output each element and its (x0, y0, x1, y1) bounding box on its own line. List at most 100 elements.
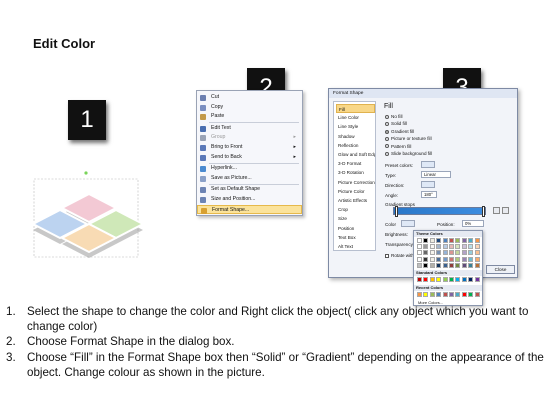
theme-color-swatch[interactable] (417, 256, 422, 262)
nav-item-position[interactable]: Position (336, 224, 375, 233)
theme-color-swatch[interactable] (474, 244, 480, 250)
gradient-stops-bar[interactable] (393, 206, 486, 217)
nav-item-artistic-effects[interactable]: Artistic Effects (336, 196, 375, 205)
nav-item-crop[interactable]: Crop (336, 205, 375, 214)
recent-color-swatch[interactable] (442, 292, 448, 297)
close-button[interactable]: Close (486, 265, 515, 274)
theme-color-swatch[interactable] (455, 250, 461, 256)
theme-color-swatch[interactable] (449, 262, 454, 268)
nav-item-text-box[interactable]: Text Box (336, 233, 375, 242)
theme-color-swatch[interactable] (468, 244, 474, 250)
gradient-stop[interactable] (395, 206, 398, 217)
theme-color-swatch[interactable] (442, 262, 448, 268)
theme-color-swatch[interactable] (449, 244, 454, 250)
theme-color-swatch[interactable] (429, 244, 435, 250)
recent-color-swatch[interactable] (461, 292, 467, 297)
theme-color-swatch[interactable] (442, 244, 448, 250)
theme-color-swatch[interactable] (417, 250, 422, 256)
theme-color-swatch[interactable] (461, 238, 467, 243)
menu-item-save-as-picture[interactable]: Save as Picture... (197, 174, 302, 184)
theme-color-swatch[interactable] (429, 250, 435, 256)
menu-item-set-as-default-shape[interactable]: Set as Default Shape (197, 185, 302, 195)
color-dropdown[interactable] (401, 220, 415, 227)
menu-item-hyperlink[interactable]: Hyperlink... (197, 164, 302, 174)
standard-color-swatch[interactable] (449, 277, 454, 282)
recent-color-swatch[interactable] (429, 292, 435, 297)
theme-color-swatch[interactable] (423, 244, 429, 250)
theme-color-swatch[interactable] (423, 250, 429, 256)
nav-item-line-color[interactable]: Line Color (336, 113, 375, 122)
recent-color-swatch[interactable] (474, 292, 480, 297)
menu-item-edit-text[interactable]: Edit Text (197, 124, 302, 134)
fill-option-solid-fill[interactable]: Solid fill (385, 121, 407, 126)
menu-item-paste[interactable]: Paste (197, 112, 302, 122)
nav-item-3-d-rotation[interactable]: 3-D Rotation (336, 168, 375, 177)
nav-item-3-d-format[interactable]: 3-D Format (336, 159, 375, 168)
nav-item-shadow[interactable]: Shadow (336, 132, 375, 141)
theme-color-swatch[interactable] (468, 238, 474, 243)
menu-item-send-to-back[interactable]: Send to Back ▸ (197, 153, 302, 163)
theme-color-swatch[interactable] (468, 250, 474, 256)
nav-item-glow-and-soft-edges[interactable]: Glow and Soft Edges (336, 150, 375, 159)
theme-color-swatch[interactable] (436, 250, 442, 256)
type-dropdown[interactable]: Linear (421, 171, 451, 178)
theme-color-swatch[interactable] (436, 238, 442, 243)
remove-stop-button[interactable] (502, 207, 509, 214)
direction-dropdown[interactable] (421, 181, 435, 188)
gradient-stop[interactable] (482, 206, 485, 217)
standard-color-swatch[interactable] (423, 277, 429, 282)
theme-color-swatch[interactable] (423, 256, 429, 262)
theme-color-swatch[interactable] (429, 262, 435, 268)
standard-color-swatch[interactable] (442, 277, 448, 282)
theme-color-swatch[interactable] (449, 256, 454, 262)
fill-option-picture-or-texture-fill[interactable]: Picture or texture fill (385, 136, 432, 141)
theme-color-swatch[interactable] (474, 250, 480, 256)
theme-color-swatch[interactable] (423, 238, 429, 243)
theme-color-swatch[interactable] (468, 256, 474, 262)
menu-item-group[interactable]: Group ▸ (197, 133, 302, 143)
menu-item-size-and-position[interactable]: Size and Position... (197, 195, 302, 205)
theme-color-swatch[interactable] (461, 256, 467, 262)
menu-item-format-shape[interactable]: Format Shape... (197, 204, 302, 215)
theme-color-swatch[interactable] (474, 238, 480, 243)
recent-color-swatch[interactable] (417, 292, 422, 297)
recent-color-swatch[interactable] (449, 292, 454, 297)
recent-color-swatch[interactable] (436, 292, 442, 297)
theme-color-swatch[interactable] (429, 256, 435, 262)
theme-color-swatch[interactable] (417, 262, 422, 268)
standard-color-swatch[interactable] (474, 277, 480, 282)
position-field[interactable]: 0% (462, 220, 484, 227)
theme-color-swatch[interactable] (449, 238, 454, 243)
nav-item-picture-corrections[interactable]: Picture Corrections (336, 178, 375, 187)
add-stop-button[interactable] (493, 207, 500, 214)
menu-item-copy[interactable]: Copy (197, 103, 302, 113)
theme-color-swatch[interactable] (436, 244, 442, 250)
theme-color-swatch[interactable] (455, 256, 461, 262)
theme-color-swatch[interactable] (417, 238, 422, 243)
menu-item-cut[interactable]: Cut (197, 93, 302, 103)
nav-item-picture-color[interactable]: Picture Color (336, 187, 375, 196)
standard-color-swatch[interactable] (455, 277, 461, 282)
standard-color-swatch[interactable] (417, 277, 422, 282)
shape-illustration[interactable] (28, 170, 148, 260)
recent-color-swatch[interactable] (468, 292, 474, 297)
standard-color-swatch[interactable] (461, 277, 467, 282)
fill-option-no-fill[interactable]: No fill (385, 114, 403, 119)
preset-colors-dropdown[interactable] (421, 161, 435, 168)
angle-field[interactable]: 180° (421, 191, 437, 198)
nav-item-line-style[interactable]: Line Style (336, 122, 375, 131)
theme-color-swatch[interactable] (455, 238, 461, 243)
theme-color-swatch[interactable] (455, 262, 461, 268)
theme-color-swatch[interactable] (429, 238, 435, 243)
menu-item-bring-to-front[interactable]: Bring to Front ▸ (197, 143, 302, 153)
theme-color-swatch[interactable] (474, 262, 480, 268)
recent-color-swatch[interactable] (455, 292, 461, 297)
theme-color-swatch[interactable] (417, 244, 422, 250)
theme-color-swatch[interactable] (468, 262, 474, 268)
theme-color-swatch[interactable] (449, 250, 454, 256)
theme-color-swatch[interactable] (442, 238, 448, 243)
theme-color-swatch[interactable] (461, 244, 467, 250)
theme-color-swatch[interactable] (455, 244, 461, 250)
nav-item-fill[interactable]: Fill (336, 104, 375, 113)
theme-color-swatch[interactable] (423, 262, 429, 268)
